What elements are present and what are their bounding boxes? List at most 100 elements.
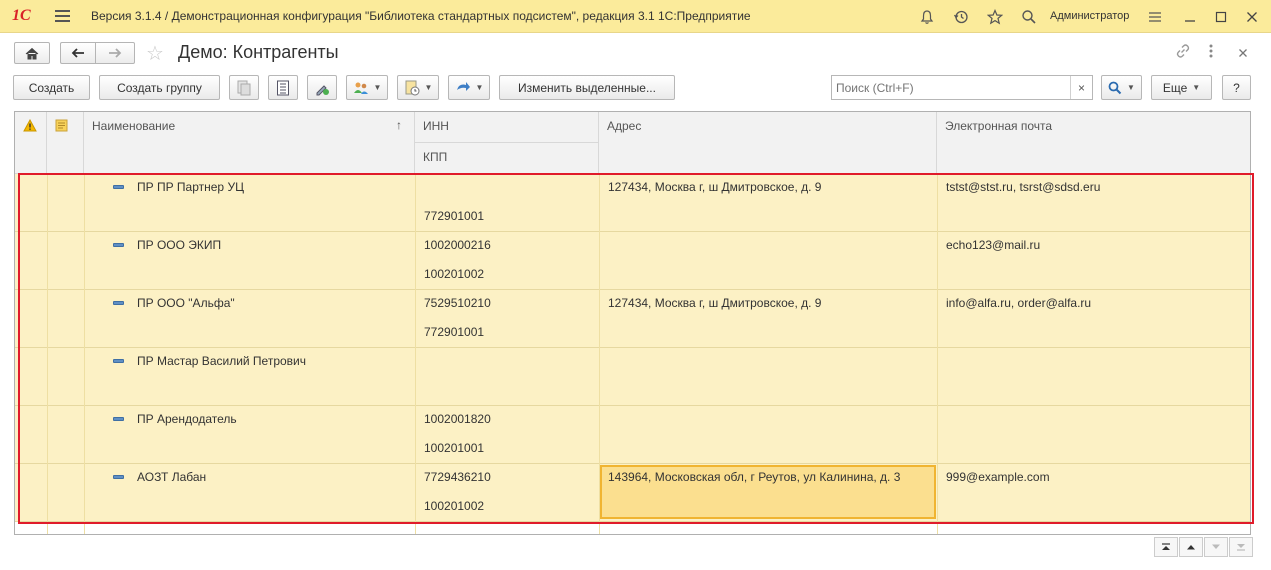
item-icon bbox=[113, 301, 124, 305]
close-form-icon[interactable] bbox=[1238, 45, 1248, 62]
link-icon[interactable] bbox=[1175, 43, 1191, 63]
forward-button[interactable] bbox=[95, 42, 135, 64]
cell-name: ПР Мастар Василий Петрович bbox=[137, 354, 307, 368]
table-row[interactable]: ПР Мастар Василий Петрович bbox=[15, 348, 1250, 406]
search-icon[interactable] bbox=[1019, 7, 1039, 27]
cell-kpp: 100201002 bbox=[424, 267, 485, 281]
cell-email: tstst@stst.ru, tsrst@sdsd.eru bbox=[946, 180, 1101, 194]
column-header-note[interactable] bbox=[47, 112, 84, 174]
search-options-button[interactable]: ▼ bbox=[1101, 75, 1142, 100]
cell-name: ПР ПР Партнер УЦ bbox=[137, 180, 244, 194]
more-button-label: Еще bbox=[1162, 80, 1188, 95]
column-divider bbox=[47, 174, 48, 534]
cell-name: ПР ООО ЭКИП bbox=[137, 238, 222, 252]
favorites-star-icon[interactable] bbox=[985, 7, 1005, 27]
settings-menu-icon[interactable] bbox=[1145, 7, 1165, 27]
edit-mark-icon bbox=[316, 84, 329, 95]
arrow-right-icon bbox=[109, 48, 122, 58]
chevron-down-icon: ▼ bbox=[424, 83, 433, 92]
edit-selected-button[interactable]: Изменить выделенные... bbox=[499, 75, 675, 100]
1c-logo: 1С bbox=[12, 7, 31, 24]
item-icon bbox=[113, 359, 124, 363]
help-button[interactable]: ? bbox=[1222, 75, 1251, 100]
item-icon bbox=[113, 243, 124, 247]
clear-search-button[interactable]: × bbox=[1070, 76, 1092, 99]
users-menu-button[interactable]: ▼ bbox=[346, 75, 388, 100]
maximize-icon[interactable] bbox=[1211, 7, 1231, 27]
scroll-to-top-icon[interactable] bbox=[1154, 537, 1178, 557]
go-to-menu-button[interactable]: ▼ bbox=[448, 75, 490, 100]
cell-inn: 7529510210 bbox=[424, 296, 491, 310]
table-row[interactable]: ПР Арендодатель 1002001820 100201001 bbox=[15, 406, 1250, 464]
cell-inn: 1002000216 bbox=[424, 238, 491, 252]
more-button[interactable]: Еще ▼ bbox=[1151, 75, 1212, 100]
title-bar: 1С Версия 3.1.4 / Демонстрационная конфи… bbox=[0, 0, 1271, 33]
table-row[interactable]: ПР ООО "Альфа" 7529510210 772901001 1274… bbox=[15, 290, 1250, 348]
print-menu-button[interactable]: ▼ bbox=[397, 75, 439, 100]
column-header-inn[interactable]: ИНН bbox=[415, 112, 599, 143]
list-view-button[interactable] bbox=[268, 75, 298, 100]
cell-kpp: 772901001 bbox=[424, 325, 485, 339]
cell-name: АОЗТ Лабан bbox=[137, 470, 207, 484]
history-icon[interactable] bbox=[951, 7, 971, 27]
item-icon bbox=[113, 475, 124, 479]
add-to-favorites-icon[interactable]: ☆ bbox=[146, 41, 164, 66]
cell-email: echo123@mail.ru bbox=[946, 238, 1041, 252]
scroll-to-bottom-icon[interactable] bbox=[1229, 537, 1253, 557]
cell-name: ПР ООО "Альфа" bbox=[137, 296, 235, 310]
mark-deletion-button[interactable] bbox=[307, 75, 337, 100]
item-icon bbox=[113, 185, 124, 189]
column-header-name[interactable]: Наименование ↑ bbox=[84, 112, 415, 174]
document-clock-icon bbox=[405, 80, 420, 95]
user-name[interactable]: Администратор bbox=[1050, 10, 1129, 22]
list-icon bbox=[277, 80, 289, 95]
page-title: Демо: Контрагенты bbox=[178, 42, 339, 62]
window-title: Версия 3.1.4 / Демонстрационная конфигур… bbox=[91, 9, 751, 23]
main-menu-icon[interactable] bbox=[55, 10, 70, 22]
scroll-down-icon[interactable] bbox=[1204, 537, 1228, 557]
column-header-address[interactable]: Адрес bbox=[599, 112, 937, 174]
search-field[interactable]: × bbox=[831, 75, 1093, 100]
note-icon bbox=[55, 119, 68, 132]
arrow-left-icon bbox=[71, 48, 84, 58]
search-input[interactable] bbox=[832, 76, 1070, 99]
column-divider bbox=[84, 174, 85, 534]
back-button[interactable] bbox=[60, 42, 95, 64]
column-header-warning[interactable] bbox=[15, 112, 47, 174]
bell-icon[interactable] bbox=[917, 7, 937, 27]
cell-kpp: 772901001 bbox=[424, 209, 485, 223]
cell-kpp: 100201001 bbox=[424, 441, 485, 455]
copy-button[interactable] bbox=[229, 75, 259, 100]
close-window-icon[interactable] bbox=[1242, 7, 1262, 27]
table-row[interactable]: АОЗТ Лабан 7729436210 100201002 143964, … bbox=[15, 464, 1250, 522]
scroll-up-icon[interactable] bbox=[1179, 537, 1203, 557]
column-divider bbox=[415, 174, 416, 534]
more-actions-icon[interactable] bbox=[1208, 43, 1214, 63]
sort-ascending-icon: ↑ bbox=[396, 118, 402, 132]
cell-address: 127434, Москва г, ш Дмитровское, д. 9 bbox=[608, 296, 822, 310]
minimize-icon[interactable] bbox=[1180, 7, 1200, 27]
chevron-down-icon: ▼ bbox=[1192, 83, 1201, 92]
chevron-down-icon: ▼ bbox=[373, 83, 382, 92]
column-name-label: Наименование bbox=[92, 119, 176, 133]
create-button[interactable]: Создать bbox=[13, 75, 90, 100]
cell-kpp: 100201002 bbox=[424, 499, 485, 513]
cell-address[interactable]: 143964, Московская обл, г Реутов, ул Кал… bbox=[608, 470, 900, 484]
counterparties-table[interactable]: Наименование ↑ ИНН КПП Адрес Электронная… bbox=[14, 111, 1251, 535]
table-row[interactable]: ПР ПР Партнер УЦ 772901001 127434, Москв… bbox=[15, 174, 1250, 232]
column-header-kpp[interactable]: КПП bbox=[415, 143, 599, 174]
warning-icon bbox=[23, 118, 37, 132]
cell-inn: 7729436210 bbox=[424, 470, 491, 484]
cell-inn: 1002001820 bbox=[424, 412, 491, 426]
create-group-button[interactable]: Создать группу bbox=[99, 75, 220, 100]
item-icon bbox=[113, 417, 124, 421]
column-divider bbox=[937, 174, 938, 534]
home-button[interactable] bbox=[14, 42, 50, 64]
table-row[interactable]: ПР ООО ЭКИП 1002000216 100201002 echo123… bbox=[15, 232, 1250, 290]
cell-name: ПР Арендодатель bbox=[137, 412, 237, 426]
users-icon bbox=[353, 82, 368, 94]
copy-icon bbox=[237, 80, 251, 95]
column-header-email[interactable]: Электронная почта bbox=[937, 112, 1250, 174]
cell-address: 127434, Москва г, ш Дмитровское, д. 9 bbox=[608, 180, 822, 194]
column-divider bbox=[599, 174, 600, 534]
